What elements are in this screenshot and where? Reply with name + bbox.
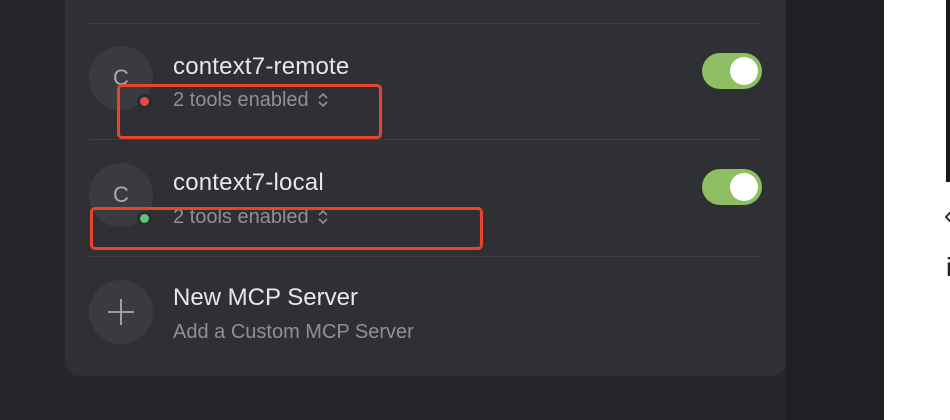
divider	[89, 23, 762, 24]
server-name: context7-local	[173, 169, 324, 196]
mcp-settings-screen: C context7-remote 2 tools enabled C cont…	[0, 0, 950, 420]
server-name: context7-remote	[173, 53, 350, 80]
divider	[89, 256, 762, 257]
clipped-glyph: ‹	[944, 200, 950, 231]
toggle-knob	[730, 173, 758, 201]
highlight-annotation	[90, 207, 483, 250]
new-server-button[interactable]	[89, 280, 153, 344]
plus-icon	[108, 299, 134, 325]
server-enabled-toggle[interactable]	[702, 53, 762, 89]
server-enabled-toggle[interactable]	[702, 169, 762, 205]
divider	[89, 139, 762, 140]
highlight-annotation	[117, 84, 382, 139]
new-server-title[interactable]: New MCP Server	[173, 284, 358, 312]
clipped-glyph: i	[946, 252, 950, 282]
adjacent-window: ‹ i	[884, 0, 950, 420]
new-server-subtitle: Add a Custom MCP Server	[173, 321, 414, 343]
toggle-knob	[730, 57, 758, 85]
window-edge	[946, 0, 950, 182]
side-gutter	[786, 0, 884, 420]
avatar-letter: C	[113, 182, 129, 207]
